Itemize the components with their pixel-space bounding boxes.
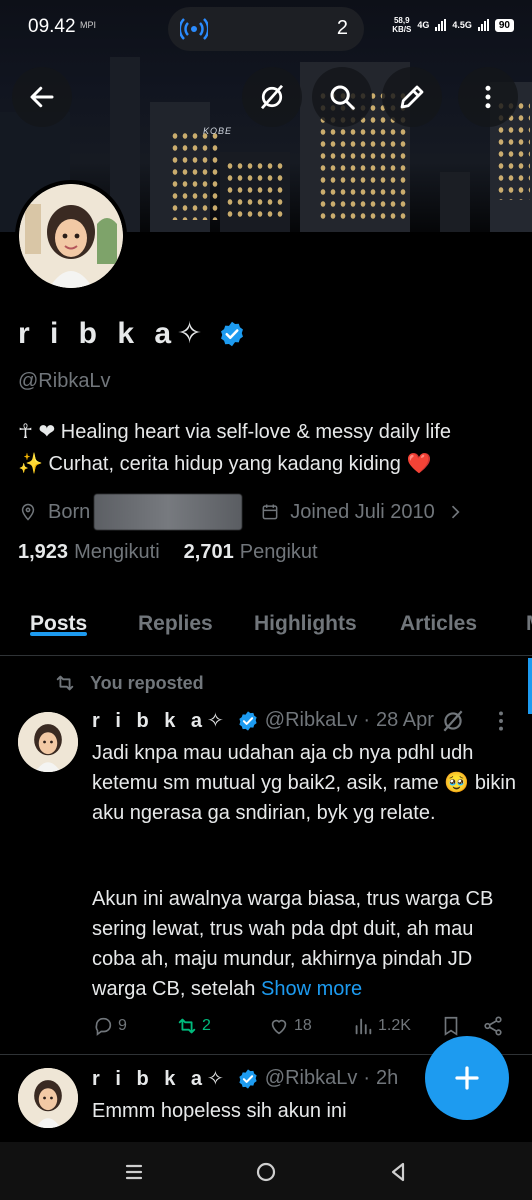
search-button[interactable] <box>312 67 372 127</box>
hotspot-indicator[interactable]: 2 <box>168 7 364 51</box>
home-circle-icon <box>256 1162 276 1182</box>
profile-display-name: r i b k a✧ <box>18 317 209 350</box>
verified-badge-icon <box>239 710 257 731</box>
repost-button[interactable]: 2 <box>176 1015 211 1037</box>
network-type-1: 4G <box>417 20 430 30</box>
network-speed: 58,9 KB/S <box>392 16 412 34</box>
joined-date: Joined Juli 2010 <box>290 500 435 523</box>
status-bar: 09.42 MPI 2 58,9 KB/S 4G 4.5G 90 <box>0 0 532 56</box>
profile-avatar[interactable] <box>15 180 127 292</box>
post-avatar[interactable] <box>18 1068 78 1128</box>
bio-line: ☥ ❤ Healing heart via self-love & messy … <box>18 421 451 443</box>
post-author-handle[interactable]: @RibkaLv <box>265 1067 358 1090</box>
tab-highlights[interactable]: Highlights <box>254 592 357 636</box>
search-icon <box>330 85 355 110</box>
banner-sign-text: KOBE <box>203 126 233 136</box>
reply-icon <box>95 1017 112 1036</box>
repost-label: You reposted <box>90 672 204 693</box>
arrow-left-icon <box>30 86 54 108</box>
profile-bio: ☥ ❤ Healing heart via self-love & messy … <box>18 416 518 480</box>
repost-icon <box>56 675 74 691</box>
hotspot-icon <box>180 18 208 40</box>
post-author-handle[interactable]: @RibkaLv <box>265 709 358 732</box>
post-author-name[interactable]: r i b k a✧ <box>92 1066 229 1091</box>
post-time[interactable]: 2h <box>376 1067 398 1090</box>
views-icon <box>355 1018 372 1035</box>
network-type-2: 4.5G <box>452 20 472 30</box>
avatar-illustration <box>19 184 123 288</box>
share-icon <box>484 1016 502 1036</box>
hotspot-count: 2 <box>336 17 348 39</box>
chevron-right-icon[interactable] <box>445 502 465 522</box>
compose-post-button[interactable] <box>425 1036 509 1120</box>
post-avatar[interactable] <box>18 712 78 772</box>
profile-meta: Born Joined Juli 2010 <box>18 494 465 530</box>
system-navigation-bar <box>0 1142 532 1200</box>
repost-context: You reposted <box>54 672 204 694</box>
show-more-link[interactable]: Show more <box>261 978 362 1000</box>
recent-apps-button[interactable] <box>120 1158 148 1186</box>
following-link[interactable]: 1,923 Mengikuti <box>18 541 160 564</box>
bookmark-button[interactable] <box>440 1015 462 1037</box>
menu-lines-icon <box>125 1164 143 1180</box>
post-author-name[interactable]: r i b k a✧ <box>92 708 229 733</box>
views-count: 1.2K <box>378 1017 411 1034</box>
bookmark-icon <box>444 1016 458 1036</box>
profile-name-row: r i b k a✧ <box>18 316 246 351</box>
tab-replies[interactable]: Replies <box>138 592 213 636</box>
back-nav-button[interactable] <box>384 1158 412 1186</box>
separator-dot: · <box>363 1067 371 1089</box>
separator-dot: · <box>363 709 371 731</box>
verified-badge-icon <box>239 1068 257 1089</box>
profile-tabs: Posts Replies Highlights Articles M <box>0 592 532 656</box>
verified-badge-icon[interactable] <box>218 320 246 348</box>
more-vertical-icon <box>485 85 491 109</box>
tab-media[interactable]: M <box>526 592 532 636</box>
grok-icon <box>260 84 284 110</box>
status-time: 09.42 <box>28 16 76 37</box>
post-header: r i b k a✧ @RibkaLv · 2h <box>92 1066 398 1091</box>
post-paragraph-2: Akun ini awalnya warga biasa, trus warga… <box>92 888 494 1000</box>
reply-button[interactable]: 9 <box>92 1015 127 1037</box>
location-pin-icon <box>21 503 35 521</box>
more-options-button[interactable] <box>458 67 518 127</box>
born-label: Born <box>48 500 91 523</box>
edit-button[interactable] <box>382 67 442 127</box>
battery-icon: 90 <box>494 18 514 32</box>
avatar-illustration <box>18 712 78 772</box>
tab-posts[interactable]: Posts <box>30 592 88 636</box>
signal-bars-icon <box>435 19 447 31</box>
home-button[interactable] <box>252 1158 280 1186</box>
tab-articles[interactable]: Articles <box>400 592 477 636</box>
status-small-label: MPI <box>80 20 97 30</box>
plus-icon <box>455 1066 479 1090</box>
like-button[interactable]: 18 <box>268 1015 312 1037</box>
repost-icon <box>178 1018 196 1034</box>
like-count: 18 <box>294 1017 312 1034</box>
grok-icon[interactable] <box>440 708 466 734</box>
scroll-indicator[interactable] <box>528 658 532 714</box>
birthdate-redacted <box>94 494 243 530</box>
calendar-icon <box>262 504 278 520</box>
back-triangle-icon <box>391 1162 405 1182</box>
bio-line: ✨ Curhat, cerita hidup yang kadang kidin… <box>18 453 432 475</box>
profile-handle: @RibkaLv <box>18 370 111 392</box>
repost-count: 2 <box>202 1017 211 1034</box>
follow-stats: 1,923 Mengikuti 2,701 Pengikut <box>18 541 318 564</box>
post-header: r i b k a✧ @RibkaLv · 28 Apr <box>92 708 434 733</box>
edit-icon <box>400 85 424 109</box>
more-vertical-icon[interactable] <box>488 708 514 734</box>
signal-bars-icon <box>477 19 489 31</box>
post-time[interactable]: 28 Apr <box>376 709 434 732</box>
share-button[interactable] <box>482 1015 504 1037</box>
followers-link[interactable]: 2,701 Pengikut <box>184 541 318 564</box>
heart-icon <box>271 1019 287 1035</box>
grok-button[interactable] <box>242 67 302 127</box>
avatar-illustration <box>18 1068 78 1128</box>
status-right: 58,9 KB/S 4G 4.5G 90 <box>392 16 514 34</box>
back-button[interactable] <box>12 67 72 127</box>
post-paragraph-1: Jadi knpa mau udahan aja cb nya pdhl udh… <box>92 742 516 824</box>
views-button[interactable]: 1.2K <box>352 1015 411 1037</box>
reply-count: 9 <box>118 1017 127 1034</box>
